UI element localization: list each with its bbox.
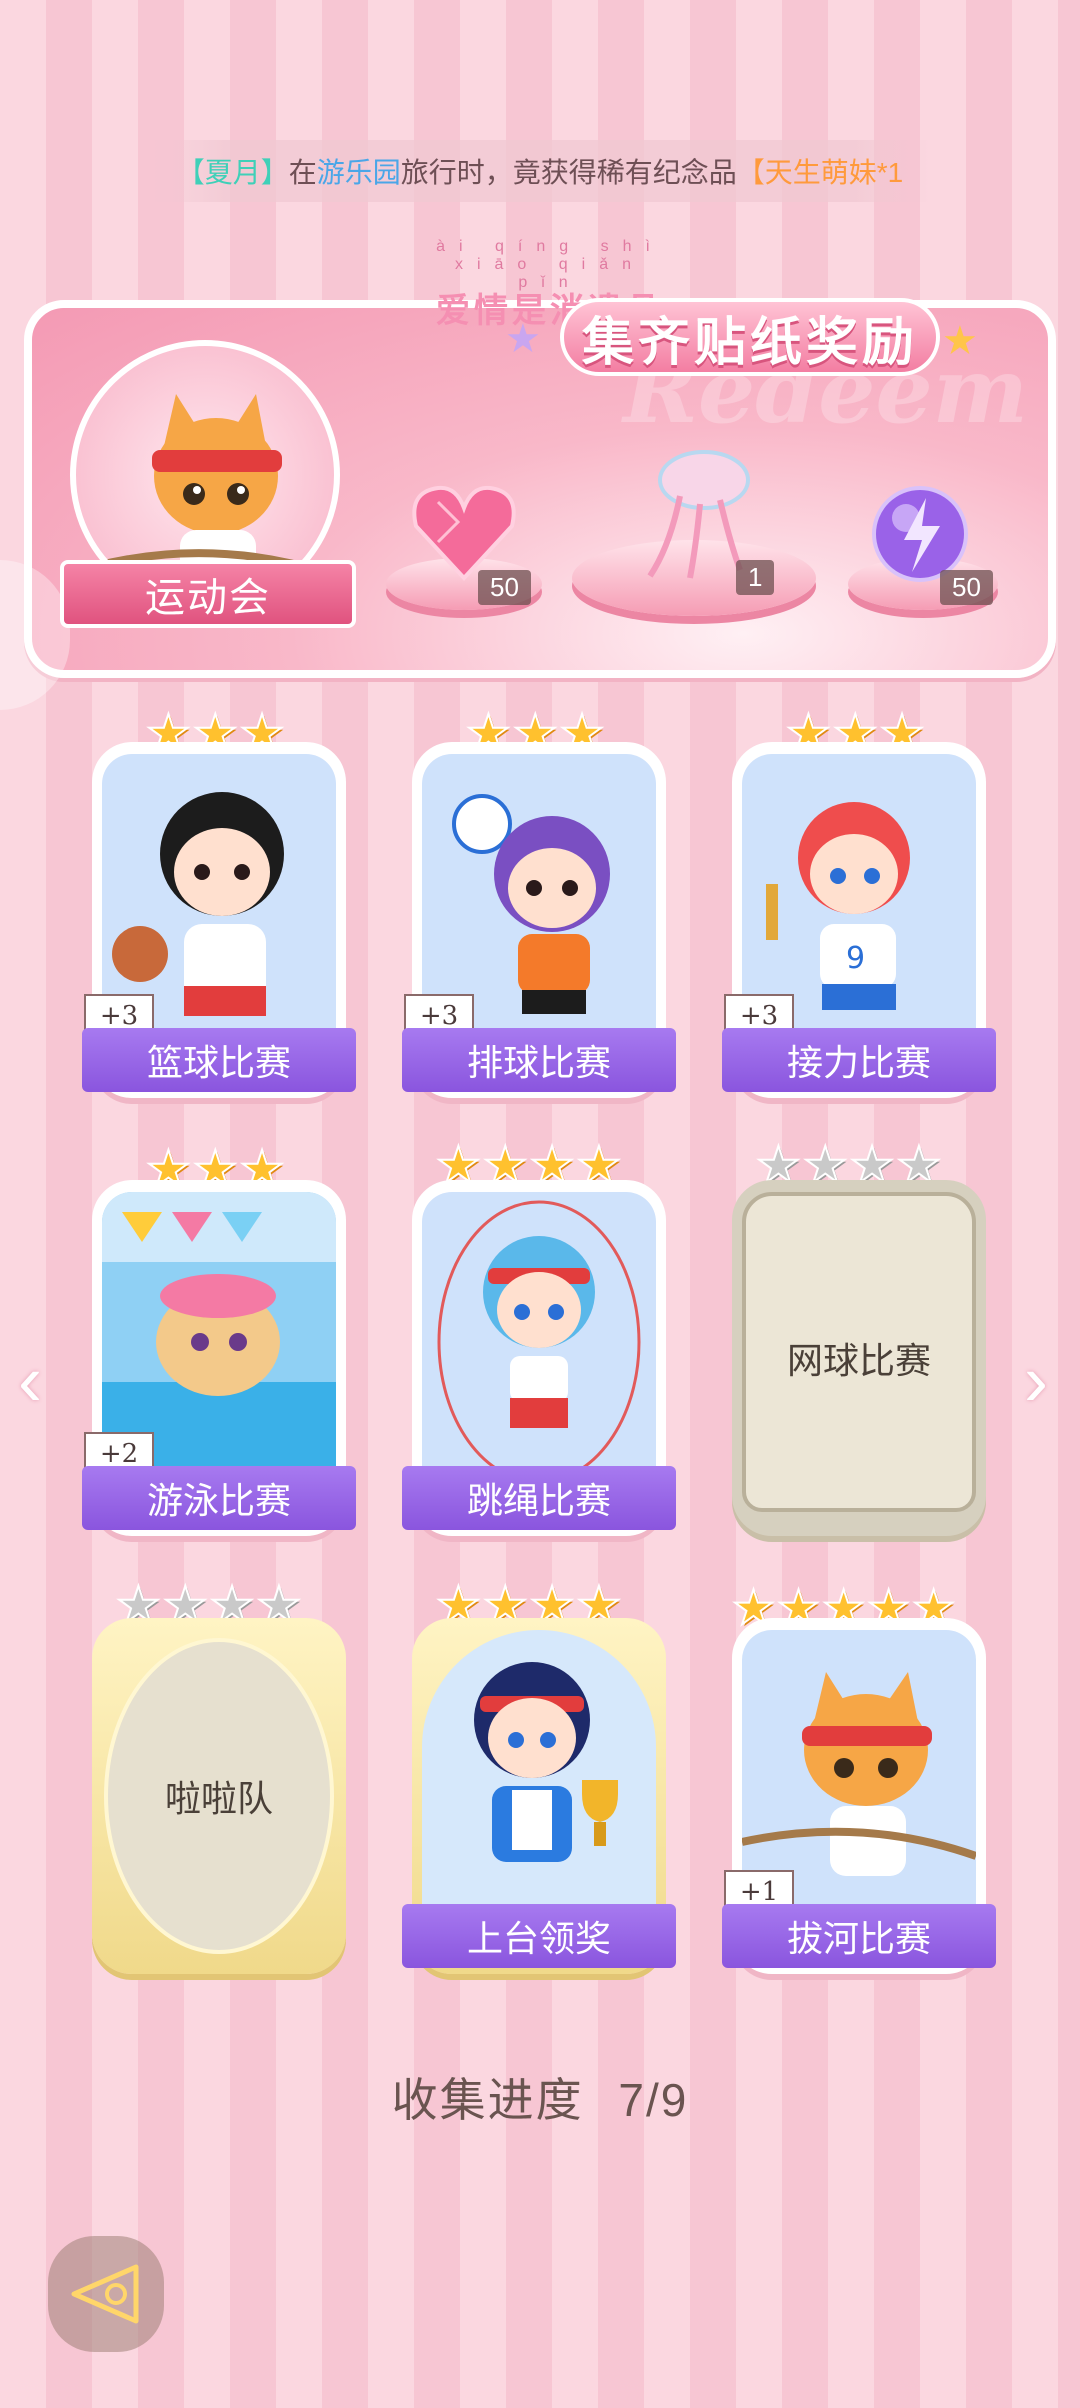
- jumprope-girl-icon: [422, 1192, 656, 1512]
- ticker-text-1: 在: [288, 157, 317, 188]
- subtitle-pinyin: ài qíng shì xiāo qiǎn pǐn: [436, 238, 664, 291]
- card-label: 篮球比赛: [82, 1028, 356, 1092]
- sticker-card-volleyball[interactable]: +3 排球比赛: [402, 742, 676, 1098]
- reward-count: 50: [940, 570, 993, 605]
- collection-progress: 收集进度 7/9: [0, 2064, 1080, 2130]
- card-label: 接力比赛: [722, 1028, 996, 1092]
- ticker-place: 游乐园: [316, 157, 401, 188]
- sticker-card-tennis-locked[interactable]: 网球比赛: [732, 1180, 986, 1536]
- prev-page-button[interactable]: ‹: [18, 1340, 42, 1422]
- card-label: 排球比赛: [402, 1028, 676, 1092]
- card-label: 拔河比赛: [722, 1904, 996, 1968]
- star-icon: ★: [942, 319, 978, 363]
- sticker-card-jumprope[interactable]: 跳绳比赛: [402, 1180, 676, 1536]
- progress-value: 7/9: [618, 2074, 689, 2126]
- back-button[interactable]: [48, 2236, 164, 2352]
- card-label: 跳绳比赛: [402, 1466, 676, 1530]
- sticker-card-basketball[interactable]: +3 篮球比赛: [82, 742, 356, 1098]
- card-label: 游泳比赛: [82, 1466, 356, 1530]
- card-label: 上台领奖: [402, 1904, 676, 1968]
- sticker-card-tugofwar[interactable]: +1 拔河比赛: [722, 1618, 996, 1974]
- back-arrow-icon: [71, 2264, 139, 2324]
- event-name-ribbon: 运动会: [60, 560, 356, 628]
- reward-count: 50: [478, 570, 531, 605]
- ticker-player-name: 【夏月】: [176, 157, 289, 188]
- card-label: 网球比赛: [786, 1341, 931, 1382]
- reward-title: 集齐贴纸奖励: [560, 298, 940, 376]
- sticker-card-cheerleading-locked[interactable]: 啦啦队: [92, 1618, 346, 1974]
- reward-count: 1: [736, 560, 775, 595]
- card-label: 啦啦队: [104, 1638, 334, 1954]
- sticker-card-award[interactable]: 上台领奖: [402, 1618, 676, 1974]
- sticker-card-relay[interactable]: 9 +3 接力比赛: [722, 742, 996, 1098]
- next-page-button[interactable]: ›: [1024, 1340, 1048, 1422]
- trophy-girl-icon: [422, 1630, 656, 1950]
- svg-text:9: 9: [846, 941, 865, 976]
- ticker-item: 【天生萌妹*1: [736, 157, 904, 188]
- sticker-card-swimming[interactable]: +2 游泳比赛: [82, 1180, 356, 1536]
- system-ticker: 【夏月】 在 游乐园 旅行时，竟获得稀有纪念品 【天生萌妹*1: [150, 140, 930, 202]
- ticker-text-2: 旅行时，竟获得稀有纪念品: [400, 157, 737, 188]
- star-icon: ★: [505, 317, 541, 361]
- progress-label: 收集进度: [391, 2074, 584, 2126]
